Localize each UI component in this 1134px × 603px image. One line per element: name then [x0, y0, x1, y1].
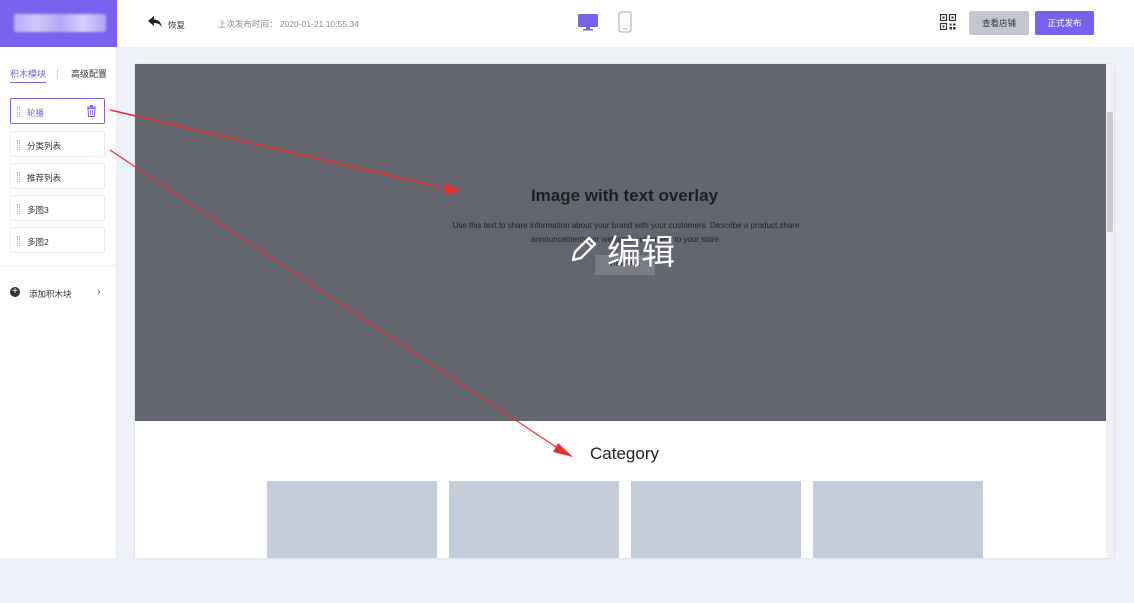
- canvas-scrollbar[interactable]: [1106, 64, 1114, 558]
- trash-icon[interactable]: [87, 105, 96, 117]
- logo: [14, 14, 106, 32]
- edit-overlay[interactable]: 编辑: [567, 229, 675, 272]
- block-item-carousel[interactable]: 轮播: [10, 98, 105, 124]
- drag-handle-icon[interactable]: [17, 236, 20, 246]
- block-item-recommend-list[interactable]: 推荐列表: [10, 163, 105, 189]
- scrollbar-thumb[interactable]: [1107, 112, 1113, 232]
- desktop-preview-icon[interactable]: [577, 12, 599, 32]
- view-store-button[interactable]: 查看店铺: [969, 11, 1029, 35]
- edit-label: 编辑: [607, 233, 675, 272]
- app-root: 积木模块 高级配置 轮播 分类列表 推荐列表 多图3 多图2 + 添加积木块 ›…: [0, 0, 1134, 603]
- topbar: 恢复 上次发布时间： 2020-01-21 10:55:34 查看店铺 正式发布: [117, 0, 1134, 47]
- block-item-label: 轮播: [27, 108, 45, 118]
- undo-label: 恢复: [168, 20, 186, 30]
- mobile-preview-icon[interactable]: [617, 11, 633, 33]
- hero-title: Image with text overlay: [530, 186, 719, 205]
- category-title: Category: [590, 444, 659, 463]
- block-item-label: 推荐列表: [27, 173, 62, 183]
- undo-arrow-icon: [148, 16, 162, 27]
- block-item-multi-image-2[interactable]: 多图2: [10, 227, 105, 253]
- add-block-label: 添加积木块: [29, 289, 72, 299]
- sidebar-tabs: 积木模块 高级配置: [10, 67, 110, 85]
- tab-divider: [57, 69, 58, 78]
- tab-advanced-config[interactable]: 高级配置: [71, 67, 107, 80]
- last-publish-time: 上次发布时间： 2020-01-21 10:55:34: [218, 19, 359, 29]
- drag-handle-icon[interactable]: [17, 107, 20, 117]
- publish-button[interactable]: 正式发布: [1035, 11, 1094, 35]
- hero-banner[interactable]: Image with text overlay Use this text to…: [135, 64, 1114, 421]
- block-item-label: 分类列表: [27, 141, 62, 151]
- block-item-label: 多图3: [27, 205, 49, 215]
- tab-blocks[interactable]: 积木模块: [10, 67, 47, 83]
- category-tile[interactable]: [449, 481, 619, 558]
- sidebar-divider: [0, 265, 117, 266]
- drag-handle-icon[interactable]: [17, 204, 20, 214]
- pencil-icon: [571, 236, 597, 262]
- category-tile[interactable]: [631, 481, 801, 558]
- block-item-label: 多图2: [27, 237, 49, 247]
- drag-handle-icon[interactable]: [17, 140, 20, 150]
- logo-bar: [0, 0, 117, 47]
- category-tile[interactable]: [813, 481, 983, 558]
- preview-canvas: Image with text overlay Use this text to…: [135, 64, 1114, 558]
- block-item-category-list[interactable]: 分类列表: [10, 131, 105, 157]
- sidebar: 积木模块 高级配置 轮播 分类列表 推荐列表 多图3 多图2 + 添加积木块 ›: [0, 0, 117, 558]
- block-item-multi-image-3[interactable]: 多图3: [10, 195, 105, 221]
- chevron-right-icon: ›: [97, 286, 101, 298]
- category-tile[interactable]: [267, 481, 437, 558]
- drag-handle-icon[interactable]: [17, 172, 20, 182]
- qr-code-icon[interactable]: [940, 14, 956, 30]
- plus-circle-icon: +: [10, 287, 20, 297]
- add-block-button[interactable]: + 添加积木块 ›: [10, 286, 106, 300]
